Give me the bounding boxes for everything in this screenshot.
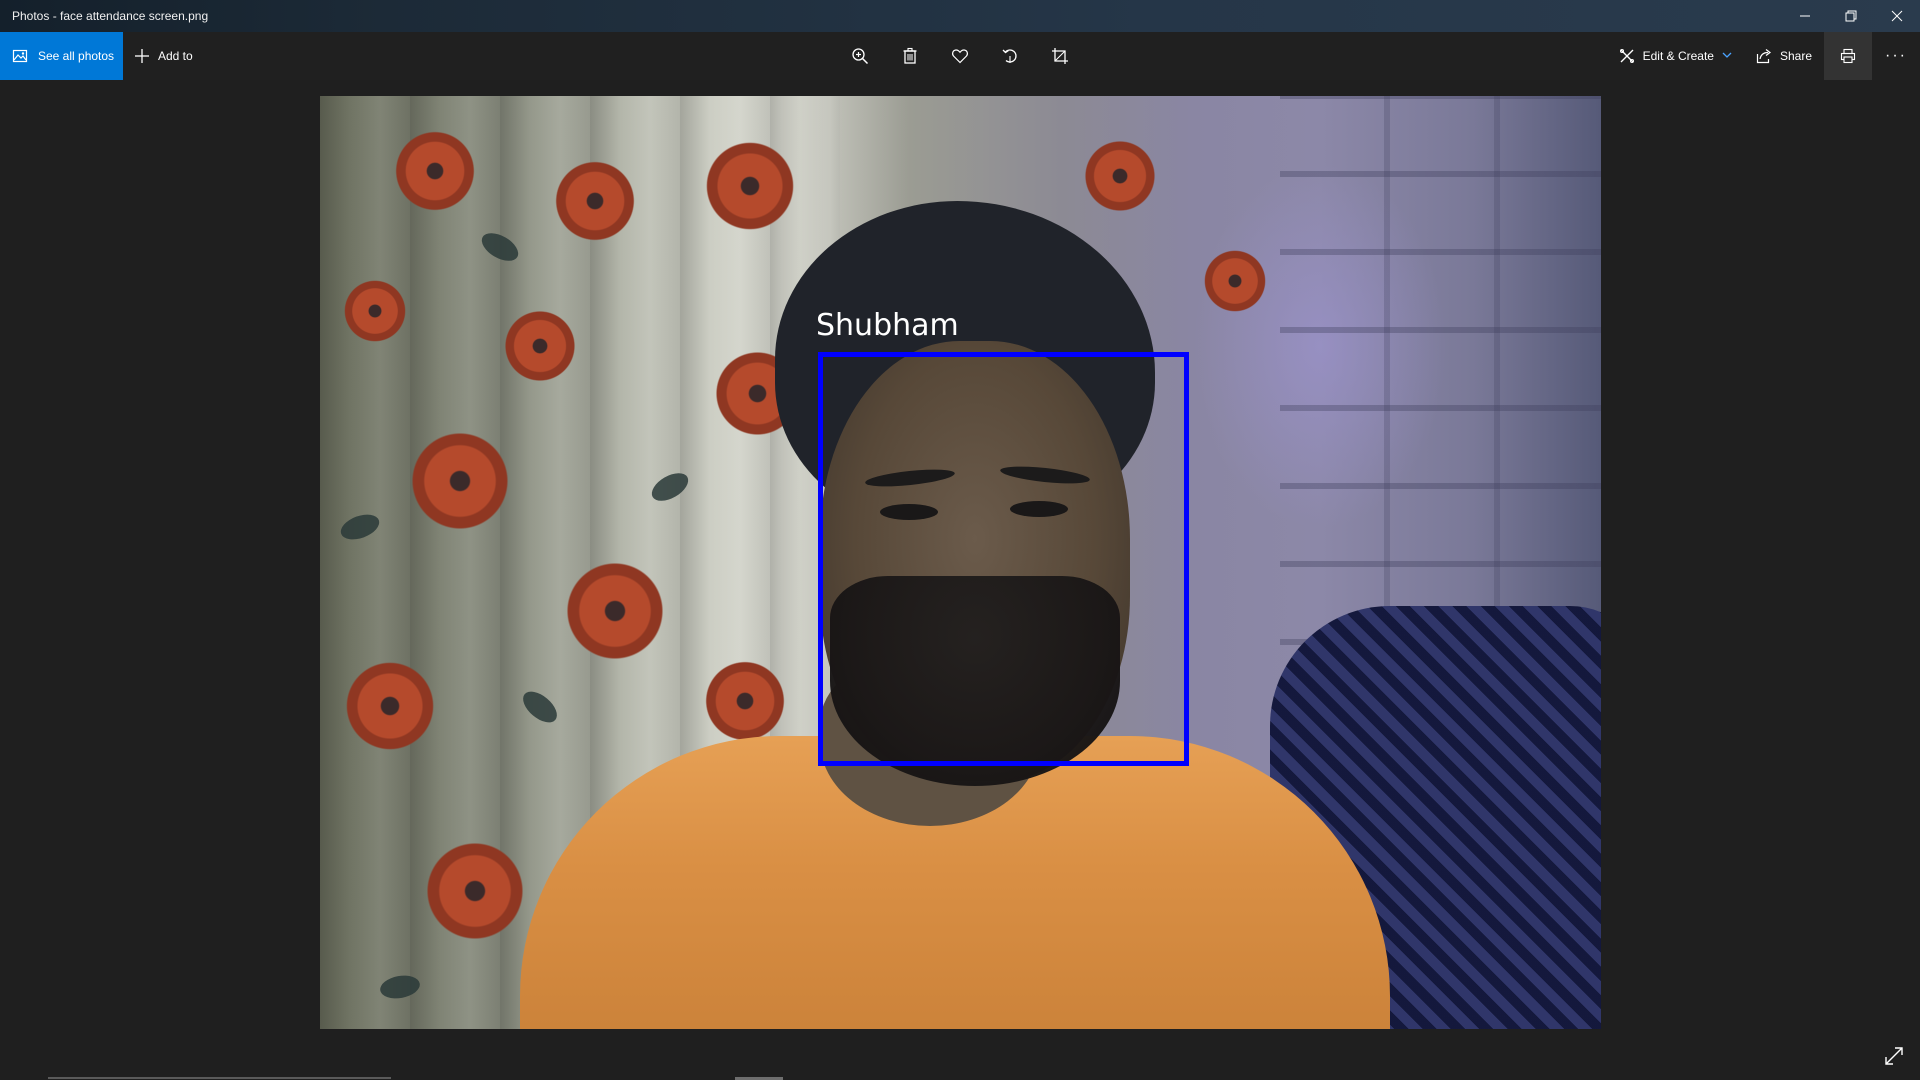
delete-icon <box>903 47 917 64</box>
curtain-flower <box>420 836 530 946</box>
face-detection-label: Shubham <box>816 308 959 343</box>
rotate-button[interactable] <box>985 32 1035 80</box>
curtain-flower <box>550 156 640 246</box>
add-to-label: Add to <box>158 49 193 63</box>
filmstrip-scrollbar[interactable] <box>48 1077 391 1079</box>
close-button[interactable] <box>1874 0 1920 32</box>
window-controls <box>1782 0 1920 32</box>
center-toolbar <box>835 32 1085 80</box>
edit-create-icon <box>1619 49 1634 63</box>
add-to-button[interactable]: Add to <box>134 32 193 80</box>
delete-button[interactable] <box>885 32 935 80</box>
crop-icon <box>1052 48 1068 64</box>
curtain-flower <box>560 556 670 666</box>
restore-button[interactable] <box>1828 0 1874 32</box>
zoom-in-icon <box>852 48 869 65</box>
minimize-button[interactable] <box>1782 0 1828 32</box>
curtain-flower <box>390 126 480 216</box>
plus-icon <box>135 49 149 63</box>
expand-icon <box>1885 1047 1903 1065</box>
print-icon <box>1840 48 1856 64</box>
curtain-flower <box>405 426 515 536</box>
print-button[interactable] <box>1824 32 1872 80</box>
close-icon <box>1891 10 1903 22</box>
edit-create-button[interactable]: Edit & Create <box>1607 32 1744 80</box>
curtain-flower <box>700 136 800 236</box>
face-detection-box <box>818 352 1189 766</box>
zoom-button[interactable] <box>835 32 885 80</box>
curtain-flower <box>340 656 440 756</box>
curtain-flower <box>1080 136 1160 216</box>
full-screen-button[interactable] <box>1880 1042 1908 1070</box>
command-bar: See all photos Add to Edit & Create Shar… <box>0 32 1920 80</box>
right-toolbar: Edit & Create Share ··· <box>1607 32 1920 80</box>
curtain-flower <box>500 306 580 386</box>
more-icon: ··· <box>1885 47 1907 64</box>
crop-button[interactable] <box>1035 32 1085 80</box>
title-bar: Photos - face attendance screen.png <box>0 0 1920 32</box>
curtain-flower <box>700 656 790 746</box>
see-all-photos-label: See all photos <box>38 49 115 63</box>
see-all-photos-button[interactable]: See all photos <box>0 32 123 80</box>
chevron-down-icon <box>1722 49 1732 63</box>
photos-icon <box>12 49 28 63</box>
share-label: Share <box>1779 49 1812 63</box>
curtain-flower <box>1200 246 1270 316</box>
edit-create-label: Edit & Create <box>1642 49 1714 63</box>
rotate-icon <box>1002 49 1017 63</box>
minimize-icon <box>1800 15 1810 17</box>
more-options-button[interactable]: ··· <box>1872 32 1920 80</box>
curtain-flower <box>340 276 410 346</box>
window-title: Photos - face attendance screen.png <box>12 9 209 23</box>
share-button[interactable]: Share <box>1744 32 1824 80</box>
favorite-button[interactable] <box>935 32 985 80</box>
favorite-icon <box>952 49 968 64</box>
photo-image: Shubham <box>320 96 1601 1029</box>
share-icon <box>1756 49 1771 64</box>
restore-icon <box>1845 10 1857 22</box>
